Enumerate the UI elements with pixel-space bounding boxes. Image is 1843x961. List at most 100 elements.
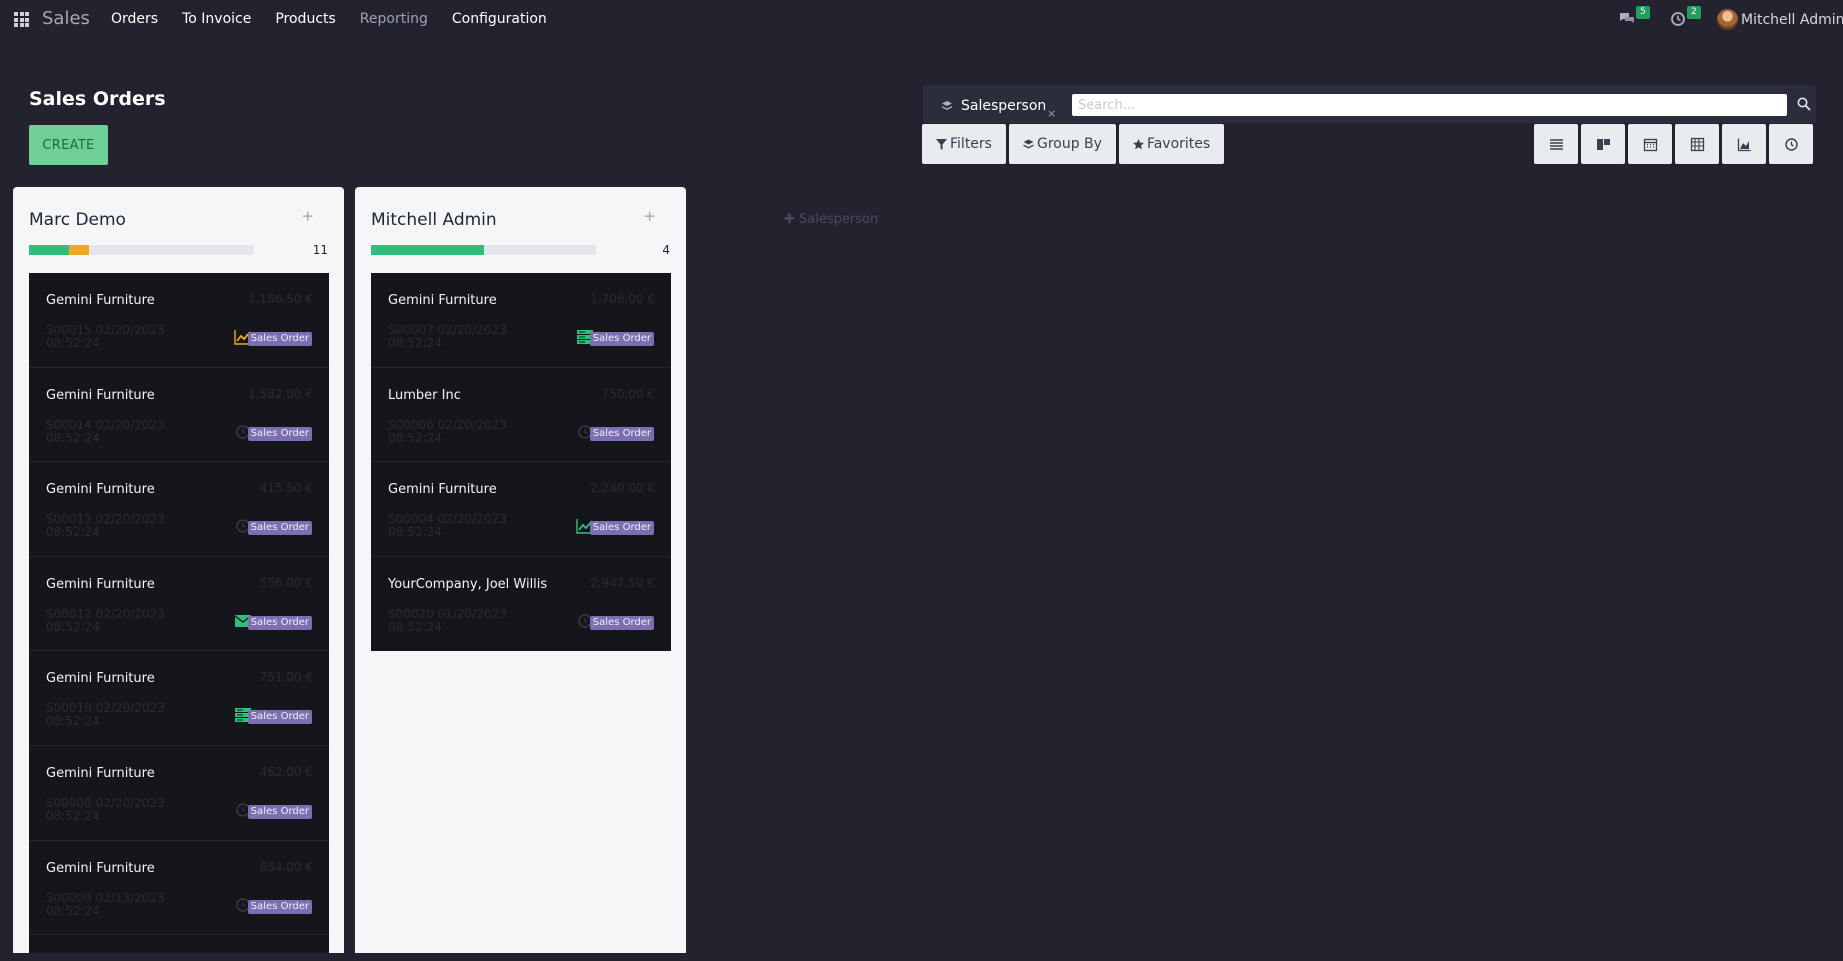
facet-label: Salesperson (961, 98, 1047, 114)
card-reference: S00020 01/20/2023 08:52:24 (388, 606, 507, 634)
kanban-card[interactable]: Gemini Furniture 1,186.50 € S00015 02/20… (29, 273, 329, 368)
search-input[interactable] (1072, 94, 1787, 116)
card-partner: Gemini Furniture (46, 387, 155, 403)
column-count: 4 (662, 243, 670, 257)
activity-clock-icon[interactable] (1670, 11, 1686, 27)
page-title: Sales Orders (29, 88, 166, 110)
card-reference: S00006 02/20/2023 08:52:24 (388, 417, 507, 445)
user-name[interactable]: Mitchell Admin (1741, 12, 1843, 28)
activity-view-button[interactable] (1769, 124, 1813, 164)
kanban-column-mitchell-admin: Mitchell Admin + 4 Gemini Furniture 1,70… (355, 187, 686, 953)
kanban-card[interactable]: Gemini Furniture 751.00 € S00010 02/20/2… (29, 651, 329, 746)
card-amount: 2,240.00 € (590, 481, 655, 496)
kanban-card[interactable]: YourCompany, Joel Willis 2,947.50 € S000… (371, 556, 671, 652)
menu-to-invoice[interactable]: To Invoice (182, 11, 251, 27)
menu-configuration[interactable]: Configuration (452, 11, 547, 27)
card-reference: S00004 02/20/2023 08:52:24 (388, 512, 507, 540)
card-amount: 654.00 € (259, 859, 313, 874)
card-amount: 1,706.00 € (590, 292, 655, 306)
card-reference: S00012 02/20/2023 08:52:24 (46, 606, 165, 634)
kanban-card[interactable]: Gemini Furniture 462.00 € S00008 02/20/2… (29, 745, 329, 841)
card-partner: YourCompany, Joel Willis (388, 576, 548, 592)
star-icon (1132, 138, 1144, 149)
card-reference: S00014 02/20/2023 08:52:24 (46, 417, 165, 445)
messages-badge: 5 (1636, 6, 1650, 19)
card-tag: Sales Order (247, 426, 312, 441)
search-facet: Salesperson (941, 98, 1046, 114)
card-amount: 415.50 € (259, 481, 313, 496)
card-amount: 462.00 € (259, 764, 313, 779)
column-records: Gemini Furniture 1,706.00 € S00007 02/20… (371, 273, 671, 652)
list-view-icon (1549, 138, 1563, 150)
app-menu-icon[interactable] (14, 12, 29, 27)
user-avatar[interactable] (1717, 9, 1738, 30)
filters-label: Filters (950, 136, 992, 152)
card-reference: S00013 02/20/2023 08:52:24 (46, 512, 165, 540)
card-tag: Sales Order (247, 521, 312, 536)
kanban-view-button[interactable] (1581, 124, 1625, 164)
kanban-card[interactable]: Lumber Inc 750.00 € S00006 02/20/2023 08… (371, 367, 671, 463)
layers-icon (942, 101, 952, 110)
activity-view-icon (1784, 137, 1798, 151)
favorites-label: Favorites (1146, 136, 1211, 152)
column-progress-bar[interactable] (29, 245, 254, 255)
card-tag: Sales Order (589, 521, 654, 536)
card-partner: Gemini Furniture (46, 860, 155, 876)
app-brand[interactable]: Sales (42, 8, 90, 29)
menu-products[interactable]: Products (275, 11, 335, 27)
card-partner: Gemini Furniture (46, 765, 155, 781)
create-button[interactable]: CREATE (29, 125, 108, 165)
filter-icon (936, 138, 947, 150)
pivot-view-button[interactable] (1675, 124, 1719, 164)
card-tag: Sales Order (247, 899, 312, 914)
card-amount: 2,947.50 € (590, 575, 655, 590)
view-switcher (1534, 124, 1813, 164)
card-amount: 1,186.50 € (248, 292, 313, 306)
activities-badge: 2 (1687, 6, 1701, 19)
kanban-card[interactable]: Gemini Furniture 415.50 € S00013 02/20/2… (29, 462, 329, 557)
kanban-card[interactable]: Gemini Furniture 1,582.00 € S00014 02/20… (29, 367, 329, 463)
card-amount: 751.00 € (259, 670, 313, 685)
column-title[interactable]: Marc Demo (29, 210, 126, 230)
card-partner: Gemini Furniture (46, 482, 155, 498)
group-by-label: Group By (1036, 136, 1102, 152)
graph-view-button[interactable] (1722, 124, 1766, 164)
card-reference: S00008 02/20/2023 08:52:24 (46, 795, 165, 823)
search-icon[interactable] (1797, 97, 1811, 111)
facet-remove-icon[interactable]: × (1047, 107, 1056, 120)
favorites-button[interactable]: Favorites (1118, 124, 1225, 164)
search-bar: Salesperson × (923, 85, 1816, 123)
column-title[interactable]: Mitchell Admin (371, 210, 497, 230)
kanban-card[interactable]: Gemini Furniture 2,240.00 € S00004 02/20… (371, 462, 671, 557)
main-menu: Orders To Invoice Products Reporting Con… (111, 11, 571, 27)
chat-icon[interactable] (1618, 11, 1636, 26)
filters-button[interactable]: Filters (922, 124, 1006, 164)
card-tag: Sales Order (589, 615, 654, 630)
kanban-card[interactable]: Gemini Furniture 654.00 € S00009 02/13/2… (29, 840, 329, 936)
kanban-view-icon (1596, 138, 1610, 150)
systray: 5 2 Mitchell Admin (1603, 6, 1843, 32)
calendar-view-button[interactable] (1628, 124, 1672, 164)
kanban-card-partial[interactable] (29, 935, 329, 953)
progress-segment-done[interactable] (29, 245, 69, 255)
card-reference: S00007 02/20/2023 08:52:24 (388, 323, 507, 350)
column-quick-add-icon[interactable]: + (643, 207, 656, 225)
card-amount: 556.00 € (259, 575, 313, 590)
kanban-column-marc-demo: Marc Demo + 11 Gemini Furniture 1,186.50… (13, 187, 344, 953)
column-count: 11 (312, 243, 328, 257)
graph-view-icon (1737, 138, 1750, 151)
progress-segment-warning[interactable] (69, 245, 89, 255)
column-progress-bar[interactable] (371, 245, 596, 255)
list-view-button[interactable] (1534, 124, 1578, 164)
kanban-card[interactable]: Gemini Furniture 556.00 € S00012 02/20/2… (29, 556, 329, 652)
column-quick-add-icon[interactable]: + (301, 207, 314, 225)
progress-segment-done[interactable] (371, 245, 484, 255)
group-by-button[interactable]: Group By (1008, 124, 1116, 164)
card-partner: Gemini Furniture (388, 482, 497, 498)
calendar-view-icon (1643, 138, 1657, 151)
menu-orders[interactable]: Orders (111, 11, 158, 27)
kanban-card[interactable]: Gemini Furniture 1,706.00 € S00007 02/20… (371, 273, 671, 368)
card-partner: Gemini Furniture (46, 576, 155, 592)
add-column-button[interactable]: ✚ Salesperson (784, 212, 878, 227)
menu-reporting[interactable]: Reporting (360, 11, 428, 27)
